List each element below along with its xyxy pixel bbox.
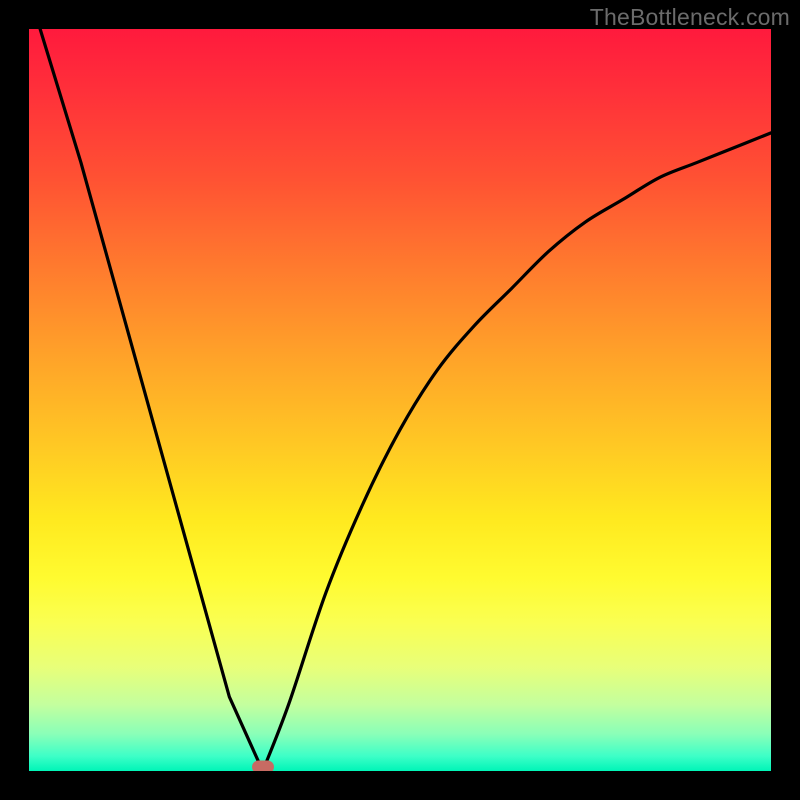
plot-area	[29, 29, 771, 771]
bottleneck-curve	[29, 29, 771, 771]
curve-path	[40, 29, 771, 771]
chart-frame: TheBottleneck.com	[0, 0, 800, 800]
watermark-text: TheBottleneck.com	[590, 4, 790, 31]
optimal-point-marker	[252, 761, 274, 772]
